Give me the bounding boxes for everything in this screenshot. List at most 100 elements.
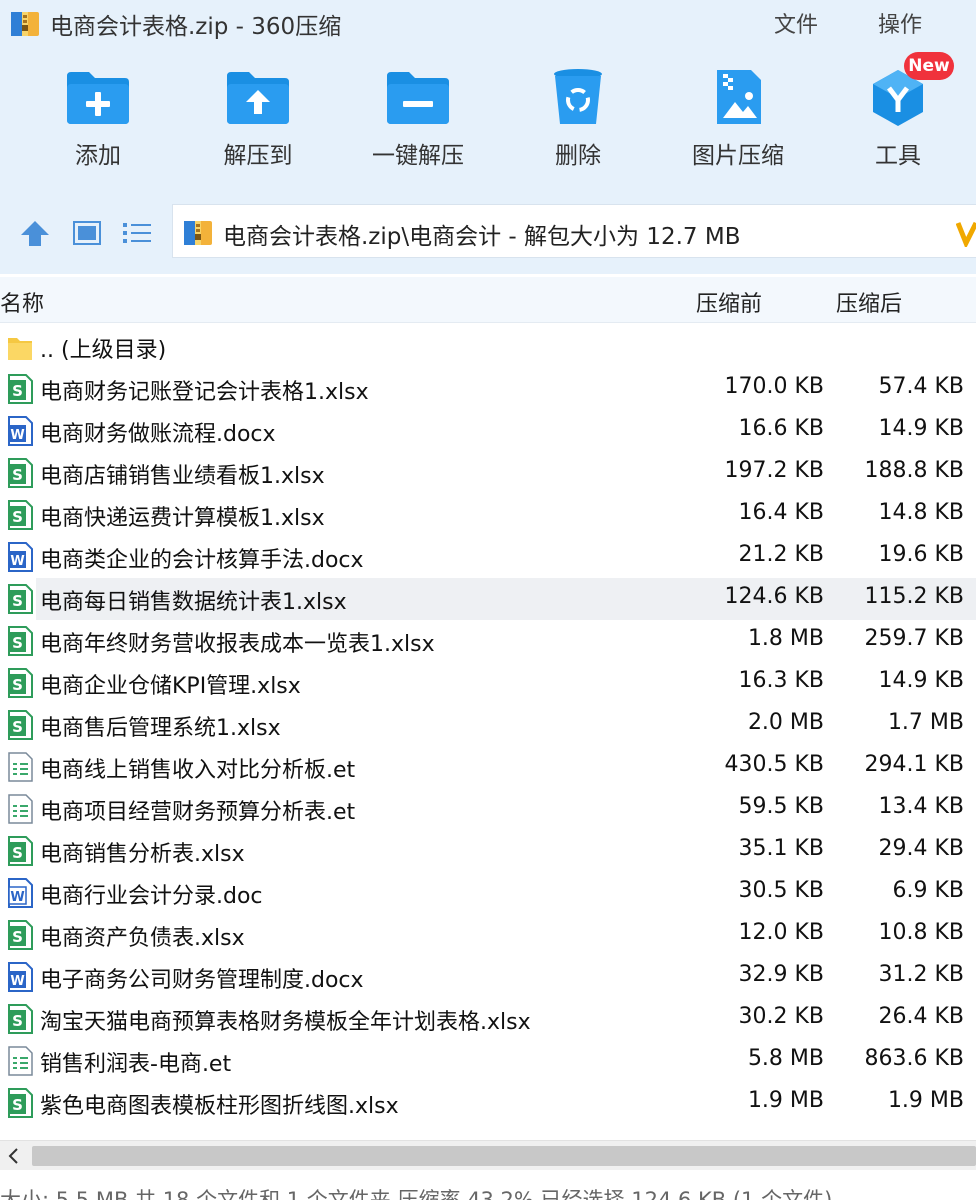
spreadsheet-file-icon: S [8, 1004, 33, 1034]
extract-to-button[interactable]: 解压到 [193, 68, 323, 188]
file-size-before: 32.9 KB [738, 962, 825, 987]
file-size-after: 14.9 KB [878, 416, 965, 441]
spreadsheet-file-icon: S [8, 710, 33, 740]
menu-file[interactable]: 文件 [774, 7, 818, 39]
file-size-before: 35.1 KB [738, 836, 825, 861]
delete-button[interactable]: 删除 [513, 68, 643, 188]
new-badge: New [904, 52, 954, 80]
one-click-extract-button[interactable]: 一键解压 [353, 68, 483, 188]
path-box[interactable]: 电商会计表格.zip\电商会计 - 解包大小为 12.7 MB [172, 204, 976, 258]
svg-text:W: W [10, 974, 24, 989]
dropdown-chevron-icon[interactable] [956, 219, 976, 247]
svg-text:S: S [12, 634, 23, 652]
file-row[interactable]: S 电商售后管理系统1.xlsx 2.0 MB 1.7 MB [0, 704, 976, 746]
status-text: 大小: 5.5 MB 共 18 个文件和 1 个文件夹 压缩率 43.2% 已经… [0, 1188, 833, 1200]
file-row[interactable]: S 电商店铺销售业绩看板1.xlsx 197.2 KB 188.8 KB [0, 452, 976, 494]
file-row[interactable]: S 淘宝天猫电商预算表格财务模板全年计划表格.xlsx 30.2 KB 26.4 KB [0, 998, 976, 1040]
svg-text:S: S [12, 466, 23, 484]
thumbnail-view-icon[interactable] [70, 218, 104, 248]
file-row[interactable]: W 电商财务做账流程.docx 16.6 KB 14.9 KB [0, 410, 976, 452]
one-click-extract-label: 一键解压 [372, 143, 464, 169]
file-row[interactable]: S 电商资产负债表.xlsx 12.0 KB 10.8 KB [0, 914, 976, 956]
tools-button[interactable]: 工具 [833, 68, 963, 188]
file-size-before: 170.0 KB [724, 374, 825, 399]
svg-text:S: S [12, 844, 23, 862]
delete-label: 删除 [555, 143, 601, 169]
file-size-before: 30.2 KB [738, 1004, 825, 1029]
one-click-folder-icon [387, 72, 449, 124]
column-header: 名称 压缩前 压缩后 [0, 277, 976, 323]
et-spreadsheet-icon [8, 752, 33, 782]
file-size-after: 26.4 KB [878, 1004, 965, 1029]
svg-text:W: W [10, 890, 24, 905]
extract-folder-icon [227, 72, 289, 124]
word-document-icon: W [8, 416, 33, 446]
word-document-icon: W [8, 962, 33, 992]
file-size-after: 863.6 KB [864, 1046, 965, 1071]
image-compress-label: 图片压缩 [692, 143, 784, 169]
file-size-before: 12.0 KB [738, 920, 825, 945]
et-spreadsheet-icon [8, 794, 33, 824]
file-name: 电商快递运费计算模板1.xlsx [40, 506, 325, 531]
parent-directory-row[interactable]: .. (上级目录) [0, 326, 976, 368]
title-bar: 电商会计表格.zip - 360压缩 文件 操作 [0, 0, 976, 44]
up-arrow-icon[interactable] [18, 218, 52, 248]
file-row[interactable]: S 电商销售分析表.xlsx 35.1 KB 29.4 KB [0, 830, 976, 872]
file-size-after: 57.4 KB [878, 374, 965, 399]
file-row[interactable]: 电商项目经营财务预算分析表.et 59.5 KB 13.4 KB [0, 788, 976, 830]
file-name: 电商销售分析表.xlsx [40, 842, 245, 867]
svg-text:S: S [12, 1012, 23, 1030]
list-view-icon[interactable] [120, 218, 154, 248]
menu-operations[interactable]: 操作 [878, 7, 922, 39]
file-name: 电商线上销售收入对比分析板.et [40, 758, 356, 783]
horizontal-scrollbar[interactable] [0, 1140, 976, 1170]
file-row[interactable]: W 电商行业会计分录.doc 30.5 KB 6.9 KB [0, 872, 976, 914]
file-size-after: 19.6 KB [878, 542, 965, 567]
file-size-before: 124.6 KB [724, 584, 825, 609]
image-compress-button[interactable]: 图片压缩 [673, 68, 803, 188]
scrollbar-thumb[interactable] [32, 1146, 976, 1166]
file-name: 销售利润表-电商.et [40, 1052, 232, 1077]
file-row[interactable]: S 电商企业仓储KPI管理.xlsx 16.3 KB 14.9 KB [0, 662, 976, 704]
file-name: 电子商务公司财务管理制度.docx [40, 968, 364, 993]
file-size-before: 1.8 MB [747, 626, 824, 651]
column-name[interactable]: 名称 [0, 286, 44, 318]
file-row[interactable]: S 电商快递运费计算模板1.xlsx 16.4 KB 14.8 KB [0, 494, 976, 536]
file-row[interactable]: W 电子商务公司财务管理制度.docx 32.9 KB 31.2 KB [0, 956, 976, 998]
file-size-before: 16.4 KB [738, 500, 825, 525]
spreadsheet-file-icon: S [8, 458, 33, 488]
file-size-after: 14.8 KB [878, 500, 965, 525]
scroll-left-icon[interactable] [4, 1145, 24, 1167]
file-size-after: 31.2 KB [878, 962, 965, 987]
svg-text:S: S [12, 508, 23, 526]
spreadsheet-file-icon: S [8, 920, 33, 950]
file-list: .. (上级目录) S 电商财务记账登记会计表格1.xlsx 170.0 KB 57.… [0, 326, 976, 1134]
path-text: 电商会计表格.zip\电商会计 - 解包大小为 12.7 MB [223, 224, 741, 250]
spreadsheet-file-icon: S [8, 374, 33, 404]
file-name: 电商项目经营财务预算分析表.et [40, 800, 356, 825]
file-row[interactable]: 电商线上销售收入对比分析板.et 430.5 KB 294.1 KB [0, 746, 976, 788]
spreadsheet-file-icon: S [8, 500, 33, 530]
spreadsheet-file-icon: S [8, 668, 33, 698]
file-row[interactable]: S 紫色电商图表模板柱形图折线图.xlsx 1.9 MB 1.9 MB [0, 1082, 976, 1124]
zip-archive-icon [184, 221, 212, 245]
file-size-before: 16.3 KB [738, 668, 825, 693]
file-row[interactable]: W 电商类企业的会计核算手法.docx 21.2 KB 19.6 KB [0, 536, 976, 578]
file-size-after: 294.1 KB [864, 752, 965, 777]
file-size-after: 1.7 MB [887, 710, 964, 735]
file-row[interactable]: 销售利润表-电商.et 5.8 MB 863.6 KB [0, 1040, 976, 1082]
file-row[interactable]: S 电商财务记账登记会计表格1.xlsx 170.0 KB 57.4 KB [0, 368, 976, 410]
column-after[interactable]: 压缩后 [836, 286, 902, 318]
file-row[interactable]: S 电商每日销售数据统计表1.xlsx 124.6 KB 115.2 KB [0, 578, 976, 620]
file-name: 电商每日销售数据统计表1.xlsx [40, 590, 347, 615]
file-size-before: 5.8 MB [747, 1046, 824, 1071]
add-button[interactable]: 添加 [33, 68, 163, 188]
file-size-after: 259.7 KB [864, 626, 965, 651]
file-name: 电商售后管理系统1.xlsx [40, 716, 281, 741]
file-size-before: 1.9 MB [747, 1088, 824, 1113]
file-size-before: 197.2 KB [724, 458, 825, 483]
file-size-after: 6.9 KB [892, 878, 965, 903]
file-row[interactable]: S 电商年终财务营收报表成本一览表1.xlsx 1.8 MB 259.7 KB [0, 620, 976, 662]
word-document-icon: W [8, 878, 33, 908]
column-before[interactable]: 压缩前 [696, 286, 762, 318]
